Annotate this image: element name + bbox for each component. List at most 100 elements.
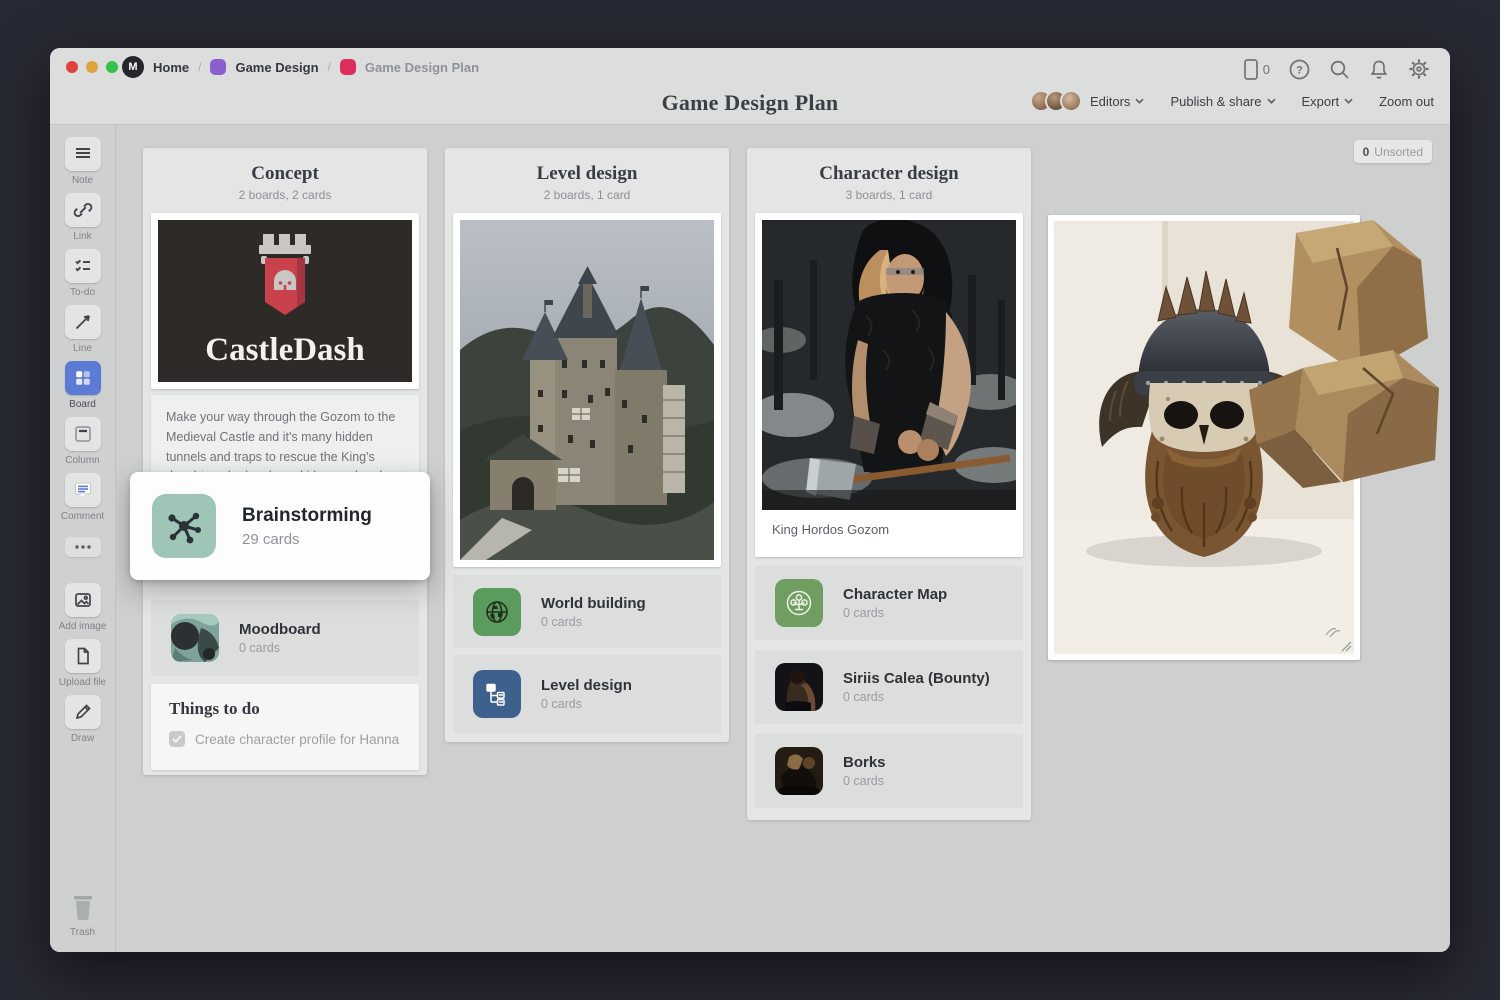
sidebar-tool-board[interactable]: Board — [50, 361, 115, 410]
sidebar-tool-add-image[interactable]: Add image — [50, 583, 115, 632]
world-building-icon — [473, 588, 521, 636]
board-row-title: Siriis Calea (Bounty) — [843, 670, 990, 687]
castledash-logo-text: CastleDash — [205, 332, 365, 368]
link-icon — [73, 200, 93, 220]
tool-label: Link — [73, 231, 91, 242]
search-icon[interactable] — [1329, 59, 1350, 80]
column-title: Concept — [143, 163, 427, 185]
column-level-design[interactable]: Level design 2 boards, 1 card — [445, 148, 729, 742]
todo-item: Create character profile for Hanna — [169, 731, 401, 747]
todo-item-label: Create character profile for Hanna — [195, 732, 399, 747]
tool-label: Column — [65, 455, 99, 466]
minimize-window-button[interactable] — [86, 61, 98, 73]
board-row-title: Character Map — [843, 586, 947, 603]
sidebar-tool-link[interactable]: Link — [50, 193, 115, 242]
moodboard-thumbnail — [171, 614, 219, 662]
header-row-2: Game Design Plan Editors Publish & share… — [50, 82, 1450, 124]
more-tools-button[interactable] — [50, 537, 115, 557]
unsorted-count: 0 — [1363, 145, 1370, 159]
siriis-thumbnail — [775, 663, 823, 711]
trash-label: Trash — [70, 927, 95, 938]
mobile-count: 0 — [1263, 62, 1270, 77]
sidebar-tool-upload-file[interactable]: Upload file — [50, 639, 115, 688]
top-icon-bar: 0 ? — [1244, 58, 1430, 80]
board-row-count: 0 cards — [541, 615, 646, 629]
bell-icon[interactable] — [1369, 59, 1389, 80]
sidebar-tool-column[interactable]: Column — [50, 417, 115, 466]
chevron-down-icon — [1267, 98, 1276, 104]
todo-checkbox-checked[interactable] — [169, 731, 185, 747]
breadcrumb-separator: / — [198, 60, 201, 74]
column-character-design[interactable]: Character design 3 boards, 1 card — [747, 148, 1031, 820]
svg-text:?: ? — [1296, 64, 1303, 76]
breadcrumb-home[interactable]: Home — [153, 60, 189, 75]
trash-dropzone[interactable]: Trash — [50, 891, 115, 938]
column-concept[interactable]: Concept 2 boards, 2 cards — [143, 148, 427, 775]
castle-photo — [460, 220, 714, 560]
board-row-count: 0 cards — [843, 774, 886, 788]
comment-icon — [73, 480, 93, 500]
board-icon-purple[interactable] — [210, 59, 226, 75]
help-icon[interactable]: ? — [1289, 59, 1310, 80]
board-row-title: Level design — [541, 677, 632, 694]
add-image-icon — [73, 590, 93, 610]
level-design-row[interactable]: Level design 0 cards — [453, 655, 721, 733]
brainstorming-board-card[interactable]: Brainstorming 29 cards — [130, 472, 430, 580]
zoom-window-button[interactable] — [106, 61, 118, 73]
board-row-title: Borks — [843, 754, 886, 771]
column-title: Character design — [747, 163, 1031, 185]
upload-file-icon — [73, 646, 93, 666]
castledash-logo-card[interactable]: CastleDash — [151, 213, 419, 389]
castle-photo-card[interactable] — [453, 213, 721, 567]
column-header: Concept 2 boards, 2 cards — [143, 148, 427, 202]
skull-photo — [1054, 221, 1354, 654]
column-icon — [73, 424, 93, 444]
mobile-devices-button[interactable]: 0 — [1244, 59, 1270, 80]
character-map-row[interactable]: Character Map 0 cards — [755, 566, 1023, 640]
zoom-out-button[interactable]: Zoom out — [1379, 94, 1434, 109]
board-row-count: 29 cards — [242, 531, 372, 548]
publish-share-menu[interactable]: Publish & share — [1170, 94, 1275, 109]
sidebar-tool-comment[interactable]: Comment — [50, 473, 115, 522]
milanote-logo-icon[interactable]: M — [122, 56, 144, 78]
viking-photo-card[interactable]: King Hordos Gozom — [755, 213, 1023, 557]
skull-image-card[interactable] — [1048, 215, 1360, 660]
resize-handle-icon[interactable] — [1340, 640, 1352, 652]
breadcrumb-current-page: Game Design Plan — [365, 60, 479, 75]
world-building-row[interactable]: World building 0 cards — [453, 575, 721, 648]
board-canvas[interactable]: 0 Unsorted Concept 2 boards, 2 cards — [116, 125, 1450, 952]
window-controls — [66, 61, 118, 73]
gear-icon[interactable] — [1408, 58, 1430, 80]
moodboard-row[interactable]: Moodboard 0 cards — [151, 600, 419, 676]
column-title: Level design — [445, 163, 729, 185]
unsorted-badge[interactable]: 0 Unsorted — [1354, 140, 1432, 163]
board-row-count: 0 cards — [843, 690, 990, 704]
viking-photo-caption: King Hordos Gozom — [762, 510, 1016, 541]
column-subtitle: 2 boards, 1 card — [445, 188, 729, 202]
close-window-button[interactable] — [66, 61, 78, 73]
column-subtitle: 3 boards, 1 card — [747, 188, 1031, 202]
breadcrumb: M Home / Game Design / Game Design Plan — [122, 55, 479, 79]
sidebar-tool-draw[interactable]: Draw — [50, 695, 115, 744]
board-icon-red[interactable] — [340, 59, 356, 75]
borks-thumbnail — [775, 747, 823, 795]
publish-share-label: Publish & share — [1170, 94, 1261, 109]
editors-label: Editors — [1090, 94, 1130, 109]
tool-label: To-do — [70, 287, 95, 298]
editors-menu[interactable]: Editors — [1030, 90, 1144, 112]
sidebar-tool-todo[interactable]: To-do — [50, 249, 115, 298]
todo-icon — [73, 256, 93, 276]
things-to-do-card[interactable]: Things to do Create character profile fo… — [151, 684, 419, 770]
sidebar-tool-line[interactable]: Line — [50, 305, 115, 354]
export-menu[interactable]: Export — [1302, 94, 1354, 109]
borks-row[interactable]: Borks 0 cards — [755, 734, 1023, 808]
column-header: Character design 3 boards, 1 card — [747, 148, 1031, 202]
character-map-icon — [775, 579, 823, 627]
sidebar-tool-note[interactable]: Note — [50, 137, 115, 186]
app-window: M Home / Game Design / Game Design Plan … — [50, 48, 1450, 952]
siriis-calea-row[interactable]: Siriis Calea (Bounty) 0 cards — [755, 650, 1023, 724]
line-arrow-icon — [73, 312, 93, 332]
breadcrumb-game-design[interactable]: Game Design — [235, 60, 318, 75]
castledash-logo-image: CastleDash — [158, 220, 412, 382]
header-actions: Editors Publish & share Export Zoom out — [1030, 90, 1434, 112]
